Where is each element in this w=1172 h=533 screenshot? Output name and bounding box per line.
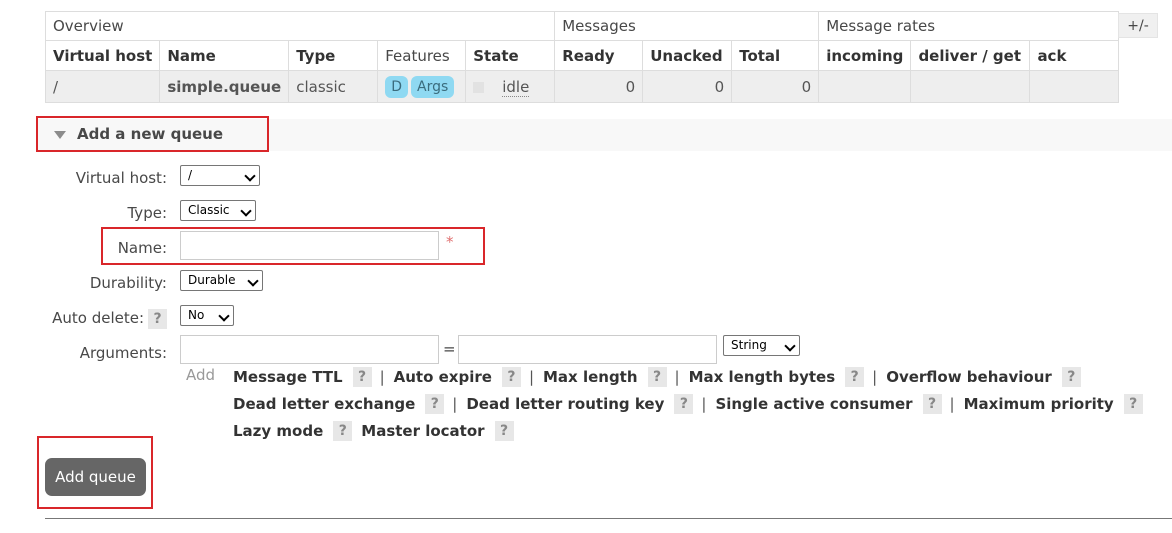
chevron-down-icon bbox=[244, 170, 256, 182]
chevron-down-icon bbox=[218, 310, 230, 322]
cell-ack bbox=[1029, 70, 1120, 103]
help-icon[interactable]: ? bbox=[352, 367, 372, 387]
virtual-host-label: Virtual host: bbox=[75, 169, 167, 187]
arg-maximum-priority-link[interactable]: Maximum priority bbox=[964, 395, 1114, 413]
chevron-down-icon bbox=[784, 340, 796, 352]
arg-max-length-bytes-link[interactable]: Max length bytes bbox=[689, 368, 836, 386]
auto-delete-help-icon[interactable]: ? bbox=[148, 309, 167, 329]
chevron-down-icon bbox=[247, 275, 259, 287]
help-icon[interactable]: ? bbox=[922, 394, 942, 414]
separator: | bbox=[872, 367, 878, 386]
durability-select-value: Durable bbox=[188, 273, 236, 287]
arguments-equals-sign: = bbox=[443, 340, 456, 358]
help-icon[interactable]: ? bbox=[501, 367, 521, 387]
table-row[interactable]: / simple.queue classic D Args idle 0 0 0 bbox=[44, 70, 1120, 103]
cell-virtual-host: / bbox=[44, 70, 161, 103]
cell-type: classic bbox=[288, 70, 379, 103]
durability-select[interactable]: Durable bbox=[180, 270, 263, 291]
column-header-name[interactable]: Name bbox=[159, 40, 290, 71]
help-icon[interactable]: ? bbox=[845, 367, 865, 387]
type-select-value: Classic bbox=[188, 203, 230, 217]
state-indicator-icon bbox=[473, 81, 485, 93]
column-header-incoming[interactable]: incoming bbox=[818, 40, 912, 71]
divider bbox=[45, 518, 1172, 519]
add-queue-button[interactable]: Add queue bbox=[45, 458, 146, 496]
argument-key-input[interactable] bbox=[180, 335, 439, 364]
cell-state: idle bbox=[465, 70, 556, 103]
column-header-unacked[interactable]: Unacked bbox=[642, 40, 733, 71]
arg-dead-letter-exchange-link[interactable]: Dead letter exchange bbox=[233, 395, 415, 413]
queues-table: Overview Messages Message rates Virtual … bbox=[44, 11, 1120, 103]
name-label: Name: bbox=[117, 239, 167, 257]
column-header-ack[interactable]: ack bbox=[1029, 40, 1120, 71]
separator: | bbox=[379, 367, 385, 386]
separator: | bbox=[674, 367, 680, 386]
group-header-overview: Overview bbox=[44, 11, 556, 41]
column-header-state[interactable]: State bbox=[465, 40, 556, 71]
queue-name-link[interactable]: simple.queue bbox=[159, 70, 290, 103]
add-queue-section-toggle[interactable]: Add a new queue bbox=[36, 116, 269, 152]
help-icon[interactable]: ? bbox=[494, 421, 514, 441]
add-argument-label: Add bbox=[186, 366, 216, 384]
arg-master-locator-link[interactable]: Master locator bbox=[361, 422, 484, 440]
help-icon[interactable]: ? bbox=[1061, 367, 1081, 387]
column-header-deliver-get[interactable]: deliver / get bbox=[910, 40, 1031, 71]
section-title: Add a new queue bbox=[77, 125, 224, 143]
type-label: Type: bbox=[127, 204, 167, 222]
chevron-down-icon bbox=[240, 205, 252, 217]
separator: | bbox=[949, 394, 955, 413]
cell-incoming bbox=[818, 70, 912, 103]
separator: | bbox=[701, 394, 707, 413]
arguments-label: Arguments: bbox=[79, 344, 167, 362]
help-icon[interactable]: ? bbox=[1123, 394, 1143, 414]
cell-unacked: 0 bbox=[642, 70, 733, 103]
argument-type-select-value: String bbox=[731, 338, 767, 352]
cell-deliver-get bbox=[910, 70, 1031, 103]
column-header-virtual-host[interactable]: Virtual host bbox=[44, 40, 161, 71]
help-icon[interactable]: ? bbox=[647, 367, 667, 387]
arg-overflow-behaviour-link[interactable]: Overflow behaviour bbox=[886, 368, 1052, 386]
feature-durable-badge: D bbox=[385, 75, 408, 98]
column-header-total[interactable]: Total bbox=[731, 40, 820, 71]
arg-single-active-consumer-link[interactable]: Single active consumer bbox=[715, 395, 912, 413]
separator: | bbox=[528, 367, 534, 386]
argument-type-select[interactable]: String bbox=[723, 335, 800, 356]
required-asterisk: * bbox=[446, 233, 454, 251]
help-icon[interactable]: ? bbox=[674, 394, 694, 414]
virtual-host-select-value: / bbox=[188, 168, 193, 182]
cell-ready: 0 bbox=[554, 70, 644, 103]
triangle-down-icon bbox=[54, 131, 66, 139]
queue-name-input[interactable] bbox=[180, 231, 439, 260]
column-header-type[interactable]: Type bbox=[288, 40, 379, 71]
group-header-messages: Messages bbox=[554, 11, 820, 41]
auto-delete-select-value: No bbox=[188, 308, 205, 322]
group-header-message-rates: Message rates bbox=[818, 11, 1120, 41]
column-header-ready[interactable]: Ready bbox=[554, 40, 644, 71]
state-label: idle bbox=[502, 77, 530, 97]
arg-auto-expire-link[interactable]: Auto expire bbox=[394, 368, 492, 386]
separator: | bbox=[452, 394, 458, 413]
arg-dead-letter-routing-key-link[interactable]: Dead letter routing key bbox=[466, 395, 664, 413]
cell-features: D Args bbox=[377, 70, 467, 103]
auto-delete-label: Auto delete: bbox=[52, 309, 144, 327]
argument-shortcuts-row-2: Dead letter exchange? | Dead letter routin… bbox=[233, 394, 1143, 414]
feature-args-badge: Args bbox=[411, 75, 455, 98]
argument-shortcuts-row-1: Message TTL? | Auto expire? | Max length? | Ma… bbox=[233, 367, 1081, 387]
column-toggle-button[interactable]: +/- bbox=[1118, 13, 1158, 38]
help-icon[interactable]: ? bbox=[333, 421, 353, 441]
auto-delete-select[interactable]: No bbox=[180, 305, 234, 326]
durability-label: Durability: bbox=[89, 274, 167, 292]
type-select[interactable]: Classic bbox=[180, 200, 256, 221]
column-header-features: Features bbox=[377, 40, 467, 71]
help-icon[interactable]: ? bbox=[425, 394, 445, 414]
virtual-host-select[interactable]: / bbox=[180, 165, 260, 186]
argument-shortcuts-row-3: Lazy mode? Master locator? bbox=[233, 421, 514, 441]
arg-message-ttl-link[interactable]: Message TTL bbox=[233, 368, 343, 386]
cell-total: 0 bbox=[731, 70, 820, 103]
arg-lazy-mode-link[interactable]: Lazy mode bbox=[233, 422, 323, 440]
arg-max-length-link[interactable]: Max length bbox=[543, 368, 638, 386]
argument-value-input[interactable] bbox=[458, 335, 717, 364]
